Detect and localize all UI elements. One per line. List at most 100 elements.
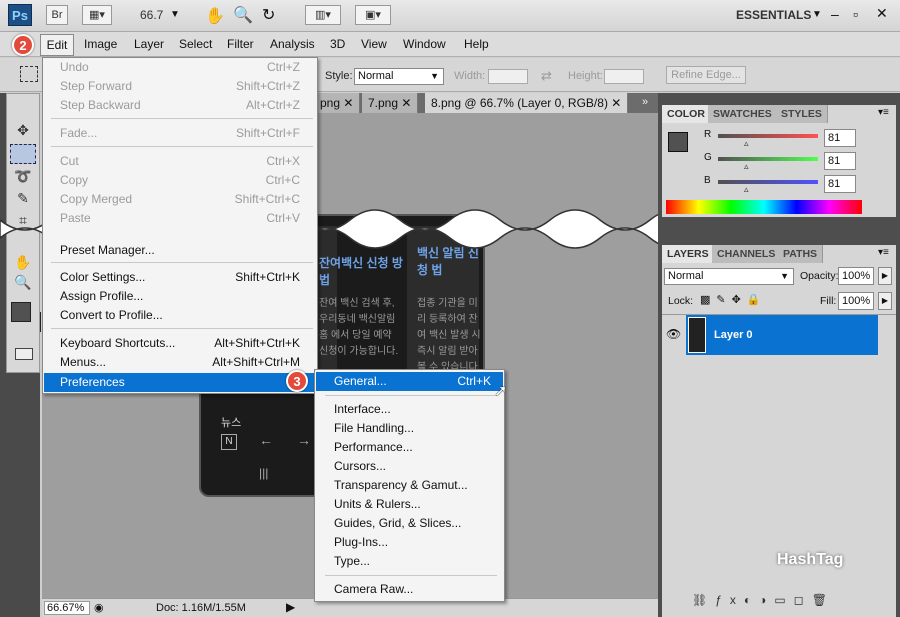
swap-dimensions-icon[interactable]: ⇄ xyxy=(541,68,552,84)
panel-menu-icon[interactable]: ▾≡ xyxy=(878,247,889,258)
submenu-item-interface[interactable]: Interface... xyxy=(316,400,503,419)
tab-paths[interactable]: PATHS xyxy=(778,245,824,263)
menu-layer[interactable]: Layer xyxy=(134,37,164,51)
menu-item-step-forward[interactable]: Step Forward Shift+Ctrl+Z xyxy=(44,77,316,96)
screen-mode-button[interactable]: ▣▾ xyxy=(355,5,391,25)
submenu-item-performance[interactable]: Performance... xyxy=(316,438,503,457)
zoom-tool-icon[interactable]: 🔍 xyxy=(233,5,253,25)
menu-image[interactable]: Image xyxy=(84,37,117,51)
magic-wand-tool-icon[interactable]: ✎ xyxy=(10,188,36,208)
menu-item-undo[interactable]: Undo Ctrl+Z xyxy=(44,58,316,77)
menu-edit[interactable]: Edit xyxy=(40,34,74,56)
layer-name[interactable]: Layer 0 xyxy=(714,329,753,341)
menu-item-color-settings[interactable]: Color Settings... Shift+Ctrl+K xyxy=(44,268,316,287)
menu-window[interactable]: Window xyxy=(403,37,446,51)
menu-help[interactable]: Help xyxy=(464,37,489,51)
hand-tool-icon[interactable]: ✋ xyxy=(205,6,225,26)
view-extras-button[interactable]: ▦▾ xyxy=(82,5,112,25)
slider-handle-icon[interactable]: ▵ xyxy=(744,184,749,195)
zoom-dropdown-icon[interactable]: ▼ xyxy=(170,9,180,20)
rotate-view-icon[interactable]: ↻ xyxy=(262,5,275,25)
green-value-field[interactable]: 81 xyxy=(824,152,856,170)
tab-swatches[interactable]: SWATCHES xyxy=(708,105,778,123)
lock-icons[interactable]: ▩✎✥🔒 xyxy=(700,293,767,306)
minimize-icon[interactable]: – xyxy=(831,6,839,22)
opacity-field[interactable]: 100% xyxy=(838,267,874,285)
menu-item-copy[interactable]: Copy Ctrl+C xyxy=(44,171,316,190)
tab-document-1[interactable]: png ✕ xyxy=(314,93,361,113)
workspace-switcher[interactable]: ESSENTIALS xyxy=(736,8,811,22)
more-tabs-icon[interactable]: » xyxy=(642,96,648,108)
fill-arrow-icon[interactable]: ▶ xyxy=(878,292,892,310)
tab-document-active[interactable]: 8.png @ 66.7% (Layer 0, RGB/8) ✕ xyxy=(425,93,629,113)
marquee-tool-icon[interactable] xyxy=(10,144,36,164)
color-spectrum-bar[interactable] xyxy=(666,200,862,214)
submenu-item-units-rulers[interactable]: Units & Rulers... xyxy=(316,495,503,514)
submenu-item-transparency-gamut[interactable]: Transparency & Gamut... xyxy=(316,476,503,495)
menu-item-menus[interactable]: Menus... Alt+Shift+Ctrl+M xyxy=(44,353,316,372)
height-field[interactable] xyxy=(604,69,644,84)
menu-item-keyboard-shortcuts[interactable]: Keyboard Shortcuts... Alt+Shift+Ctrl+K xyxy=(44,334,316,353)
menu-item-copy-merged[interactable]: Copy Merged Shift+Ctrl+C xyxy=(44,190,316,209)
red-slider[interactable] xyxy=(718,134,818,138)
visibility-eye-icon[interactable]: 👁 xyxy=(666,327,681,341)
submenu-item-camera-raw[interactable]: Camera Raw... xyxy=(316,580,503,599)
menu-filter[interactable]: Filter xyxy=(227,37,254,51)
blue-value-field[interactable]: 81 xyxy=(824,175,856,193)
red-value-field[interactable]: 81 xyxy=(824,129,856,147)
arrange-documents-button[interactable]: ▥▾ xyxy=(305,5,341,25)
tab-channels[interactable]: CHANNELS xyxy=(712,245,782,263)
submenu-item-file-handling[interactable]: File Handling... xyxy=(316,419,503,438)
blend-mode-select[interactable]: Normal ▼ xyxy=(664,268,794,285)
panel-menu-icon[interactable]: ▾≡ xyxy=(878,107,889,118)
status-menu-arrow-icon[interactable]: ▶ xyxy=(286,600,295,614)
tab-color[interactable]: COLOR xyxy=(662,105,711,123)
menu-item-assign-profile[interactable]: Assign Profile... xyxy=(44,287,316,306)
green-slider[interactable] xyxy=(718,157,818,161)
close-icon[interactable]: ✕ xyxy=(876,5,888,22)
status-options-icon[interactable]: ◉ xyxy=(94,601,104,614)
menu-item-preferences[interactable]: Preferences xyxy=(44,373,316,392)
submenu-item-guides-grid-slices[interactable]: Guides, Grid, & Slices... xyxy=(316,514,503,533)
lasso-tool-icon[interactable]: ➰ xyxy=(10,166,36,186)
slider-handle-icon[interactable]: ▵ xyxy=(744,138,749,149)
close-icon[interactable]: ✕ xyxy=(401,96,411,110)
menu-view[interactable]: View xyxy=(361,37,387,51)
width-field[interactable] xyxy=(488,69,528,84)
tab-layers[interactable]: LAYERS xyxy=(662,245,715,263)
move-tool-icon[interactable]: ✥ xyxy=(10,120,36,140)
zoom-field[interactable]: 66.67% xyxy=(44,601,90,615)
workspace-dropdown-icon[interactable]: ▼ xyxy=(812,9,822,20)
layer-actions-icons[interactable]: ⛓ƒx◐◑▭◻🗑 xyxy=(692,593,835,607)
slider-handle-icon[interactable]: ▵ xyxy=(744,161,749,172)
menu-item-fade[interactable]: Fade... Shift+Ctrl+F xyxy=(44,124,316,143)
fill-field[interactable]: 100% xyxy=(838,292,874,310)
restore-icon[interactable]: ▫ xyxy=(853,6,858,22)
bridge-button[interactable]: Br xyxy=(46,5,68,25)
zoom-tool-icon[interactable]: 🔍 xyxy=(10,272,36,292)
menu-item-cut[interactable]: Cut Ctrl+X xyxy=(44,152,316,171)
menu-select[interactable]: Select xyxy=(179,37,212,51)
menu-item-convert-to-profile[interactable]: Convert to Profile... xyxy=(44,306,316,325)
marquee-preset-icon[interactable] xyxy=(20,66,38,82)
submenu-item-cursors[interactable]: Cursors... xyxy=(316,457,503,476)
opacity-arrow-icon[interactable]: ▶ xyxy=(878,267,892,285)
style-select[interactable]: Normal ▼ xyxy=(354,68,444,85)
quick-mask-icon[interactable] xyxy=(15,348,33,360)
submenu-item-type[interactable]: Type... xyxy=(316,552,503,571)
zoom-level[interactable]: 66.7 xyxy=(140,8,163,22)
tab-styles[interactable]: STYLES xyxy=(776,105,828,123)
foreground-color-swatch[interactable] xyxy=(11,302,31,322)
close-icon[interactable]: ✕ xyxy=(611,96,621,110)
menu-item-paste[interactable]: Paste Ctrl+V xyxy=(44,209,316,228)
submenu-item-plug-ins[interactable]: Plug-Ins... xyxy=(316,533,503,552)
menu-3d[interactable]: 3D xyxy=(330,37,345,51)
menu-item-preset-manager[interactable]: Preset Manager... xyxy=(44,241,316,260)
tab-document-2[interactable]: 7.png ✕ xyxy=(362,93,419,113)
menu-analysis[interactable]: Analysis xyxy=(270,37,315,51)
foreground-color-swatch[interactable] xyxy=(668,132,688,152)
refine-edge-button[interactable]: Refine Edge... xyxy=(666,66,746,84)
close-icon[interactable]: ✕ xyxy=(343,96,353,110)
submenu-item-general[interactable]: General... Ctrl+K xyxy=(316,372,503,391)
blue-slider[interactable] xyxy=(718,180,818,184)
